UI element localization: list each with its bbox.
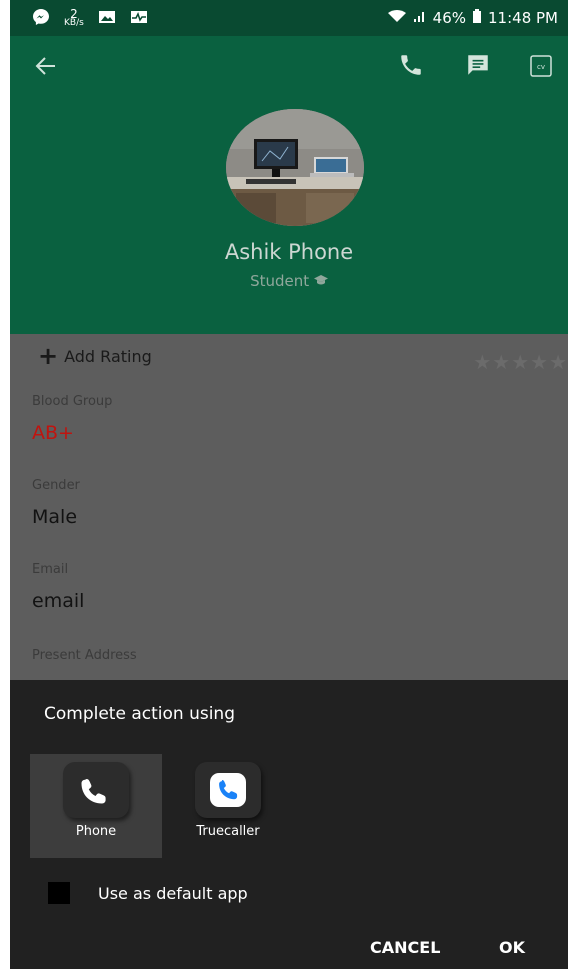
profile-details: + Add Rating ★★★★★ Blood Group AB+ Gende… xyxy=(10,334,568,680)
svg-text:cv: cv xyxy=(537,63,545,71)
net-speed: 2 KB/s xyxy=(64,7,84,28)
avatar[interactable] xyxy=(226,109,364,226)
clock: 11:48 PM xyxy=(488,9,558,27)
truecaller-icon xyxy=(195,762,261,818)
app-option-truecaller[interactable]: Truecaller xyxy=(162,754,294,858)
wifi-icon xyxy=(387,9,407,27)
battery-level: 46% xyxy=(432,9,467,27)
blood-group-value: AB+ xyxy=(32,422,74,444)
add-rating-button[interactable]: + Add Rating xyxy=(38,342,152,370)
blood-group-label: Blood Group xyxy=(32,394,113,409)
dialog-title: Complete action using xyxy=(44,704,235,724)
gender-value: Male xyxy=(32,506,78,528)
call-icon[interactable] xyxy=(398,52,424,82)
back-arrow-icon[interactable] xyxy=(34,52,58,85)
app-option-phone[interactable]: Phone xyxy=(30,754,162,858)
message-icon[interactable] xyxy=(465,52,491,82)
activity-icon xyxy=(130,10,148,28)
complete-action-dialog: Complete action using Phone Truecaller U… xyxy=(10,680,568,969)
plus-icon: + xyxy=(38,342,59,370)
signal-icon xyxy=(413,9,427,27)
cancel-button[interactable]: CANCEL xyxy=(370,938,440,957)
graduation-cap-icon xyxy=(313,272,328,290)
status-bar: 2 KB/s 46% 11:48 PM xyxy=(10,0,568,36)
email-label: Email xyxy=(32,562,69,577)
battery-icon xyxy=(472,9,482,27)
default-app-checkbox[interactable] xyxy=(48,882,70,904)
present-address-label: Present Address xyxy=(32,648,137,663)
ok-button[interactable]: OK xyxy=(499,938,525,957)
app-label-phone: Phone xyxy=(75,824,117,839)
app-frame: 2 KB/s 46% 11:48 PM cv Ashik Phone Stude… xyxy=(10,0,568,969)
use-as-default-toggle[interactable]: Use as default app xyxy=(48,882,248,904)
phone-icon xyxy=(63,762,129,818)
gallery-icon xyxy=(98,10,116,28)
profile-role: Student xyxy=(10,272,568,290)
email-value: email xyxy=(32,590,85,612)
messenger-icon xyxy=(32,8,50,30)
cv-icon[interactable]: cv xyxy=(529,54,553,82)
rating-stars[interactable]: ★★★★★ xyxy=(473,350,568,374)
app-label-truecaller: Truecaller xyxy=(196,824,260,839)
profile-name: Ashik Phone xyxy=(224,240,354,264)
default-app-label: Use as default app xyxy=(98,883,248,903)
gender-label: Gender xyxy=(32,478,80,493)
profile-header: cv Ashik Phone Student xyxy=(10,36,568,334)
add-rating-label: Add Rating xyxy=(64,346,152,366)
